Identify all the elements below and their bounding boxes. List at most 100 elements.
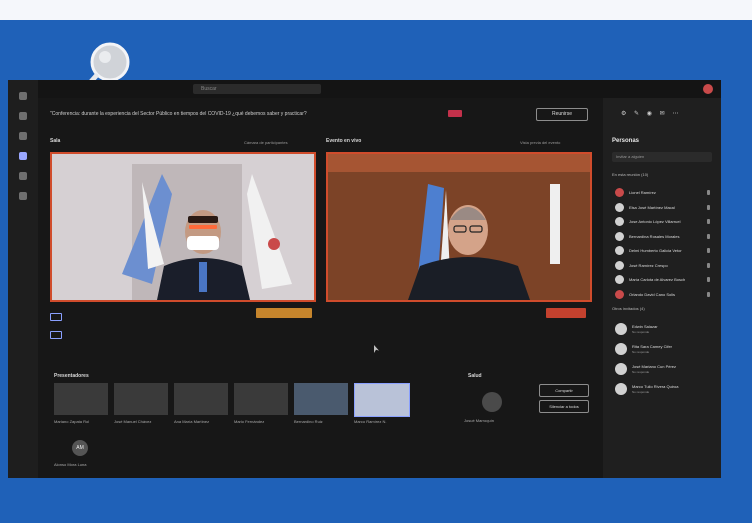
section-others: Otros invitados (4) bbox=[612, 306, 645, 311]
list-item[interactable]: Elsa José Martínez Macal bbox=[612, 201, 712, 216]
app-rail bbox=[8, 80, 38, 478]
mic-icon bbox=[707, 233, 710, 239]
video-scene-right bbox=[328, 154, 590, 300]
participant-name: Elsa José Martínez Macal bbox=[629, 204, 675, 210]
presenter-thumbnails: Mariano Zapata Rol José Manuel Chávez An… bbox=[54, 383, 414, 428]
mouse-cursor-icon bbox=[374, 345, 379, 353]
presenter-thumb[interactable] bbox=[54, 383, 108, 415]
presenters-label: Presentadores bbox=[54, 373, 89, 379]
list-item[interactable]: Edwin Salazar No responde bbox=[612, 320, 712, 340]
other-invitees-list: Edwin Salazar No responde Rita Sara Camey… bbox=[612, 320, 712, 400]
avatar bbox=[615, 217, 624, 226]
panel-title: Personas bbox=[612, 138, 640, 144]
avatar bbox=[615, 363, 627, 375]
avatar bbox=[615, 383, 627, 395]
join-button[interactable]: Reunirse bbox=[536, 108, 588, 121]
panel-toolbar-icons[interactable]: ⚙ ✎ ◉ ✉ ⋯ bbox=[621, 110, 681, 117]
guest-label: Josué Marroquín bbox=[464, 418, 495, 423]
calls-icon[interactable] bbox=[19, 172, 27, 180]
video-scene-left bbox=[52, 154, 314, 300]
mic-icon bbox=[707, 219, 710, 224]
participant-list: Lionel Ramírez Elsa José Martínez Macal … bbox=[612, 186, 712, 302]
send-live-button[interactable] bbox=[256, 308, 312, 318]
invitee-status: No responde bbox=[632, 390, 650, 394]
presenter-thumb[interactable] bbox=[114, 383, 168, 415]
teams-window: Buscar "Conferencia: durante la experien… bbox=[8, 80, 721, 478]
presenter-thumb-label: Bernardino Ruiz bbox=[294, 419, 323, 424]
stage-right-label: Evento en vivo bbox=[326, 138, 362, 144]
invitee-status: No responde bbox=[632, 330, 650, 334]
presenter-thumb[interactable] bbox=[234, 383, 288, 415]
end-button[interactable] bbox=[546, 308, 586, 318]
invite-input[interactable]: Invitar a alguien bbox=[612, 152, 712, 162]
chat-icon[interactable] bbox=[19, 112, 27, 120]
list-item[interactable]: José Mariano Cun Pérez No responde bbox=[612, 360, 712, 380]
people-panel: ⚙ ✎ ◉ ✉ ⋯ Personas Invitar a alguien En … bbox=[603, 98, 721, 478]
presenter-thumb[interactable] bbox=[294, 383, 348, 415]
avatar bbox=[615, 275, 624, 284]
invitee-name: José Mariano Cun Pérez bbox=[632, 364, 677, 369]
list-item[interactable]: Delmi Humberto Galicia Vetor bbox=[612, 244, 712, 259]
share-button[interactable]: Compartir bbox=[539, 384, 589, 397]
avatar bbox=[615, 202, 624, 212]
avatar bbox=[615, 231, 624, 241]
activity-icon[interactable] bbox=[19, 92, 27, 100]
title-bar: Buscar bbox=[38, 80, 721, 98]
avatar bbox=[615, 188, 624, 197]
participant-name: Orlando David Cano Solis bbox=[629, 291, 676, 297]
mic-icon bbox=[707, 204, 710, 210]
list-item[interactable]: Bernardina Rosales Morales bbox=[612, 230, 712, 245]
avatar bbox=[615, 323, 627, 335]
invitee-name: Rita Sara Camey Cifer bbox=[632, 344, 673, 349]
stage-right-sub: Vista previa del evento bbox=[520, 140, 561, 145]
participant-avatar[interactable]: AM bbox=[72, 440, 88, 456]
video-feed-right[interactable] bbox=[326, 152, 592, 302]
participant-name: Bernardina Rosales Morales bbox=[629, 233, 680, 239]
page-top-band bbox=[0, 0, 752, 20]
video-feed-left[interactable] bbox=[50, 152, 316, 302]
section-in-meeting: En esta reunión (10) bbox=[612, 172, 649, 177]
avatar bbox=[615, 289, 624, 299]
list-item[interactable]: Marco Tulio Rivera Quiroa No responde bbox=[612, 380, 712, 400]
list-item[interactable]: Lionel Ramírez bbox=[612, 186, 712, 201]
leave-indicator[interactable] bbox=[448, 110, 462, 117]
presenter-thumb-label: Mario Fernández bbox=[234, 419, 265, 424]
list-item[interactable]: Rita Sara Camey Cifer No responde bbox=[612, 340, 712, 360]
list-item[interactable]: María Carlota de Alvarez Bosch bbox=[612, 273, 712, 288]
presenter-thumb-label: José Manuel Chávez bbox=[114, 419, 152, 424]
stage-left-label: Sala bbox=[50, 138, 61, 144]
presenter-thumb-label: Mariano Zapata Rol bbox=[54, 419, 90, 424]
participant-name: Lionel Ramírez bbox=[629, 190, 656, 195]
mic-icon bbox=[707, 190, 710, 195]
mute-all-button[interactable]: Silenciar a todos bbox=[539, 400, 589, 413]
participant-name: María Carlota de Alvarez Bosch bbox=[629, 277, 686, 282]
invitee-status: No responde bbox=[632, 350, 650, 354]
avatar bbox=[615, 343, 627, 355]
meeting-title: "Conferencia: durante la experiencia del… bbox=[50, 111, 307, 117]
presenter-thumb[interactable] bbox=[174, 383, 228, 415]
participant-name: Delmi Humberto Galicia Vetor bbox=[629, 248, 682, 253]
presenter-thumb-label: Marco Ramírez N. bbox=[354, 419, 387, 424]
teams-icon[interactable] bbox=[19, 132, 27, 140]
participant-name: Jose Antonio López Villarruel bbox=[629, 219, 681, 224]
avatar bbox=[615, 260, 624, 270]
stage-left-sub: Cámara de participantes bbox=[244, 140, 288, 145]
presenter-thumb-label: Ana María Martínez bbox=[174, 419, 210, 424]
list-item[interactable]: Orlando David Cano Solis bbox=[612, 288, 712, 303]
invitee-status: No responde bbox=[632, 370, 650, 374]
user-avatar[interactable] bbox=[703, 84, 713, 94]
search-input[interactable]: Buscar bbox=[193, 84, 321, 94]
avatar bbox=[615, 246, 624, 255]
view-toggle[interactable] bbox=[50, 308, 74, 339]
list-item[interactable]: José Ramírez Crespo bbox=[612, 259, 712, 274]
list-item[interactable]: Jose Antonio López Villarruel bbox=[612, 215, 712, 230]
invitee-name: Edwin Salazar bbox=[632, 324, 658, 329]
invitee-name: Marco Tulio Rivera Quiroa bbox=[632, 384, 679, 389]
calendar-icon[interactable] bbox=[19, 152, 27, 160]
files-icon[interactable] bbox=[19, 192, 27, 200]
mic-icon bbox=[707, 248, 710, 253]
presenter-thumb-selected[interactable] bbox=[354, 383, 410, 417]
participant-avatar-label: Alonso Mora Luna bbox=[54, 462, 87, 467]
mic-icon bbox=[707, 291, 710, 297]
guest-avatar[interactable] bbox=[482, 392, 502, 412]
